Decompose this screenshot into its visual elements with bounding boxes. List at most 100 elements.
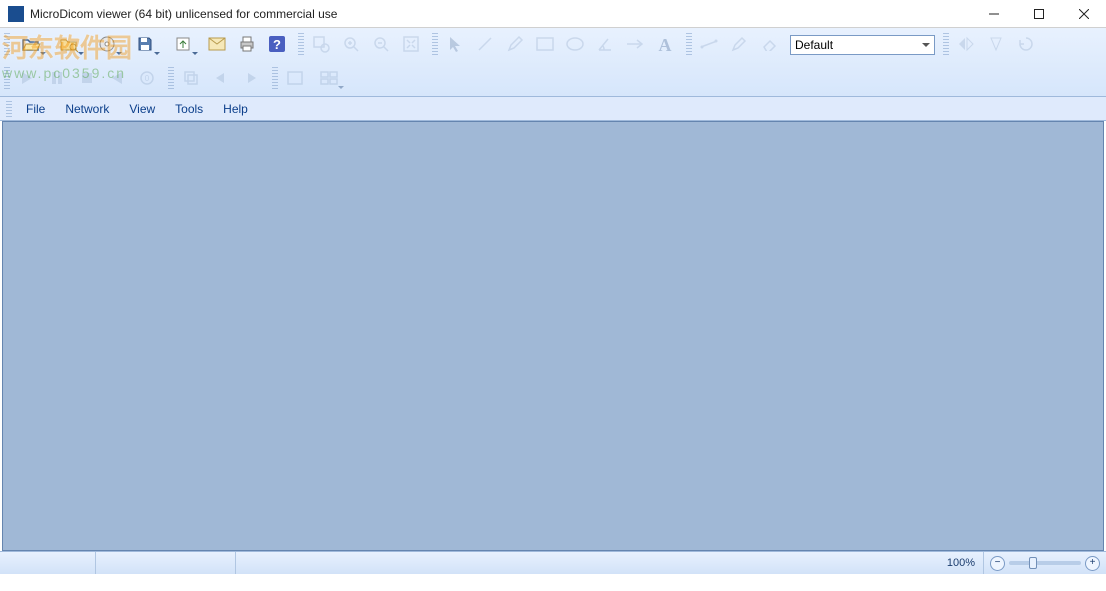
- edit-annotation-button[interactable]: [725, 31, 753, 59]
- arrow-button[interactable]: [621, 31, 649, 59]
- eraser-icon: [760, 37, 778, 54]
- copy-button[interactable]: [177, 65, 205, 93]
- text-icon: A: [659, 35, 672, 56]
- folder-open-icon: [21, 35, 41, 56]
- print-button[interactable]: [233, 31, 261, 59]
- rectangle-icon: [535, 36, 555, 55]
- toolbar-group-nav: [176, 65, 266, 93]
- grid-view-button[interactable]: [311, 65, 347, 93]
- menubar-grip[interactable]: [6, 101, 12, 117]
- menu-view[interactable]: View: [119, 99, 165, 119]
- scan-folder-icon: [59, 35, 79, 56]
- scan-button[interactable]: [51, 31, 87, 59]
- stop-button[interactable]: [73, 65, 101, 93]
- menu-help[interactable]: Help: [213, 99, 258, 119]
- zoom-out-status-button[interactable]: −: [990, 556, 1005, 571]
- menubar: File Network View Tools Help: [0, 97, 1106, 121]
- arrow-right-icon: [242, 71, 260, 88]
- export-icon: [174, 35, 192, 56]
- toolbar-grip[interactable]: [272, 67, 278, 91]
- flip-vertical-icon: [988, 35, 1004, 56]
- pause-icon: [50, 70, 64, 89]
- toolbar-grip[interactable]: [298, 33, 304, 57]
- toolbar-grip[interactable]: [4, 67, 10, 91]
- pointer-button[interactable]: [441, 31, 469, 59]
- toolbar-grip[interactable]: [943, 33, 949, 57]
- preset-combo[interactable]: Default: [790, 35, 935, 55]
- toolbar-grip[interactable]: [432, 33, 438, 57]
- flip-vertical-button[interactable]: [982, 31, 1010, 59]
- dropdown-caret-icon: [116, 52, 122, 55]
- app-icon: [8, 6, 24, 22]
- back-button[interactable]: [207, 65, 235, 93]
- menu-file[interactable]: File: [16, 99, 55, 119]
- flip-horizontal-button[interactable]: [952, 31, 980, 59]
- zoom-slider-thumb[interactable]: [1029, 557, 1037, 569]
- status-cell-2: [96, 552, 236, 574]
- text-button[interactable]: A: [651, 31, 679, 59]
- zoom-region-icon: [312, 35, 330, 56]
- zoom-in-status-button[interactable]: +: [1085, 556, 1100, 571]
- open-button[interactable]: [13, 31, 49, 59]
- edit-icon: [731, 36, 747, 55]
- dropdown-caret-icon: [192, 52, 198, 55]
- toolbar-group-annotation: A: [440, 31, 680, 59]
- printer-icon: [238, 35, 256, 56]
- zoom-in-button[interactable]: [337, 31, 365, 59]
- delete-annotation-button[interactable]: [755, 31, 783, 59]
- ruler-icon: [699, 38, 719, 53]
- zoom-control: − +: [984, 556, 1106, 571]
- toolbar-grip[interactable]: [686, 33, 692, 57]
- export-button[interactable]: [165, 31, 201, 59]
- menu-network[interactable]: Network: [55, 99, 119, 119]
- help-icon: ?: [268, 35, 286, 56]
- help-button[interactable]: ?: [263, 31, 291, 59]
- arrow-left-icon: [212, 71, 230, 88]
- image-viewport[interactable]: [2, 121, 1104, 551]
- maximize-button[interactable]: [1016, 0, 1061, 27]
- flip-horizontal-icon: [957, 36, 975, 55]
- preset-combo-value: Default: [795, 38, 833, 52]
- cd-button[interactable]: [89, 31, 125, 59]
- line-button[interactable]: [471, 31, 499, 59]
- previous-icon: [110, 70, 124, 89]
- stop-icon: [80, 71, 94, 88]
- toolbar-grip[interactable]: [4, 33, 10, 57]
- play-button[interactable]: [13, 65, 41, 93]
- zoom-percent[interactable]: 100%: [939, 552, 984, 574]
- email-button[interactable]: [203, 31, 231, 59]
- close-button[interactable]: [1061, 0, 1106, 27]
- single-view-icon: [287, 71, 303, 88]
- menu-tools[interactable]: Tools: [165, 99, 213, 119]
- save-button[interactable]: [127, 31, 163, 59]
- single-view-button[interactable]: [281, 65, 309, 93]
- angle-button[interactable]: [591, 31, 619, 59]
- toolbar-group-playback: 0: [12, 65, 162, 93]
- dropdown-caret-icon: [338, 86, 344, 89]
- ellipse-button[interactable]: [561, 31, 589, 59]
- loop-button[interactable]: 0: [133, 65, 161, 93]
- reset-transform-button[interactable]: [1012, 31, 1040, 59]
- zoom-in-icon: [342, 35, 360, 56]
- fit-window-button[interactable]: [397, 31, 425, 59]
- svg-text:?: ?: [273, 37, 281, 52]
- arrow-icon: [625, 37, 645, 54]
- toolbar-grip[interactable]: [168, 67, 174, 91]
- zoom-region-button[interactable]: [307, 31, 335, 59]
- cd-icon: [98, 35, 116, 56]
- zoom-slider[interactable]: [1009, 561, 1081, 565]
- ruler-button[interactable]: [695, 31, 723, 59]
- pause-button[interactable]: [43, 65, 71, 93]
- forward-button[interactable]: [237, 65, 265, 93]
- dropdown-caret-icon: [154, 52, 160, 55]
- window-title: MicroDicom viewer (64 bit) unlicensed fo…: [30, 7, 971, 21]
- rectangle-button[interactable]: [531, 31, 559, 59]
- zoom-out-button[interactable]: [367, 31, 395, 59]
- zoom-out-icon: [372, 35, 390, 56]
- previous-button[interactable]: [103, 65, 131, 93]
- pencil-button[interactable]: [501, 31, 529, 59]
- fit-icon: [402, 35, 420, 56]
- reset-icon: [1017, 35, 1035, 56]
- toolbar-group-layout: [280, 65, 348, 93]
- minimize-button[interactable]: [971, 0, 1016, 27]
